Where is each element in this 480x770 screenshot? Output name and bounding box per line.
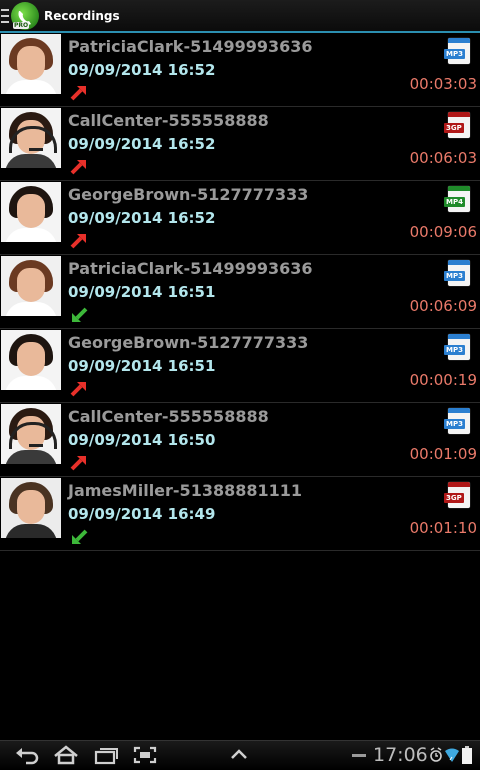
outgoing-call-icon — [70, 234, 86, 249]
outgoing-call-icon — [70, 160, 86, 175]
call-duration: 00:01:10 — [409, 519, 477, 537]
outgoing-call-icon — [70, 382, 86, 397]
mp3-file-icon: MP3 — [444, 334, 470, 360]
file-format-badge: MP3 — [444, 271, 465, 281]
contact-name: CallCenter-555558888 — [68, 407, 269, 426]
home-icon[interactable] — [52, 745, 80, 765]
app-badge: PRO — [13, 22, 30, 29]
contact-avatar — [1, 404, 61, 464]
recordings-list: PatriciaClark-51499993636 09/09/2014 16:… — [0, 33, 480, 551]
call-duration: 00:06:09 — [409, 297, 477, 315]
contact-name: PatriciaClark-51499993636 — [68, 37, 313, 56]
contact-avatar — [1, 330, 61, 390]
mp3-file-icon: MP3 — [444, 38, 470, 64]
contact-avatar — [1, 478, 61, 538]
recent-apps-icon[interactable] — [92, 745, 120, 765]
call-date: 09/09/2014 16:52 — [68, 61, 216, 79]
3gp-file-icon: 3GP — [444, 112, 470, 138]
page-title: Recordings — [44, 9, 120, 23]
wifi-icon — [445, 748, 459, 762]
outgoing-call-icon — [70, 456, 86, 471]
status-clock: 17:06 — [373, 744, 428, 766]
call-date: 09/09/2014 16:52 — [68, 209, 216, 227]
file-format-badge: MP3 — [444, 345, 465, 355]
recording-row[interactable]: PatriciaClark-51499993636 09/09/2014 16:… — [0, 33, 480, 107]
call-duration: 00:06:03 — [409, 149, 477, 167]
file-format-badge: MP4 — [444, 197, 465, 207]
file-format-badge: MP3 — [444, 49, 465, 59]
contact-avatar — [1, 34, 61, 94]
call-date: 09/09/2014 16:51 — [68, 283, 216, 301]
outgoing-call-icon — [70, 86, 86, 101]
minus-icon — [352, 754, 366, 757]
file-format-badge: MP3 — [444, 419, 465, 429]
action-bar: PRO Recordings — [0, 0, 480, 33]
app-logo-icon[interactable]: PRO — [11, 2, 39, 30]
file-format-badge: 3GP — [444, 493, 464, 503]
call-duration: 00:01:09 — [409, 445, 477, 463]
mp3-file-icon: MP3 — [444, 260, 470, 286]
chevron-up-icon[interactable] — [228, 745, 250, 765]
call-date: 09/09/2014 16:50 — [68, 431, 216, 449]
recording-row[interactable]: PatriciaClark-51499993636 09/09/2014 16:… — [0, 255, 480, 329]
call-date: 09/09/2014 16:52 — [68, 135, 216, 153]
recording-row[interactable]: CallCenter-555558888 09/09/2014 16:52 3G… — [0, 107, 480, 181]
contact-name: JamesMiller-51388881111 — [68, 481, 303, 500]
contact-name: CallCenter-555558888 — [68, 111, 269, 130]
call-date: 09/09/2014 16:49 — [68, 505, 216, 523]
call-duration: 00:00:19 — [409, 371, 477, 389]
recording-row[interactable]: JamesMiller-51388881111 09/09/2014 16:49… — [0, 477, 480, 551]
battery-icon — [462, 746, 472, 764]
contact-name: GeorgeBrown-5127777333 — [68, 185, 309, 204]
recording-row[interactable]: CallCenter-555558888 09/09/2014 16:50 MP… — [0, 403, 480, 477]
menu-icon[interactable] — [1, 9, 9, 23]
screenshot-icon[interactable] — [132, 745, 158, 765]
system-nav-bar: 17:06 — [0, 740, 480, 770]
recording-row[interactable]: GeorgeBrown-5127777333 09/09/2014 16:52 … — [0, 181, 480, 255]
call-duration: 00:09:06 — [409, 223, 477, 241]
call-date: 09/09/2014 16:51 — [68, 357, 216, 375]
3gp-file-icon: 3GP — [444, 482, 470, 508]
file-format-badge: 3GP — [444, 123, 464, 133]
mp4-file-icon: MP4 — [444, 186, 470, 212]
contact-avatar — [1, 182, 61, 242]
contact-avatar — [1, 108, 61, 168]
contact-name: GeorgeBrown-5127777333 — [68, 333, 309, 352]
contact-avatar — [1, 256, 61, 316]
incoming-call-icon — [72, 307, 88, 322]
call-duration: 00:03:03 — [409, 75, 477, 93]
recording-row[interactable]: GeorgeBrown-5127777333 09/09/2014 16:51 … — [0, 329, 480, 403]
incoming-call-icon — [72, 529, 88, 544]
contact-name: PatriciaClark-51499993636 — [68, 259, 313, 278]
back-icon[interactable] — [14, 745, 42, 765]
mp3-file-icon: MP3 — [444, 408, 470, 434]
alarm-icon — [430, 747, 442, 762]
